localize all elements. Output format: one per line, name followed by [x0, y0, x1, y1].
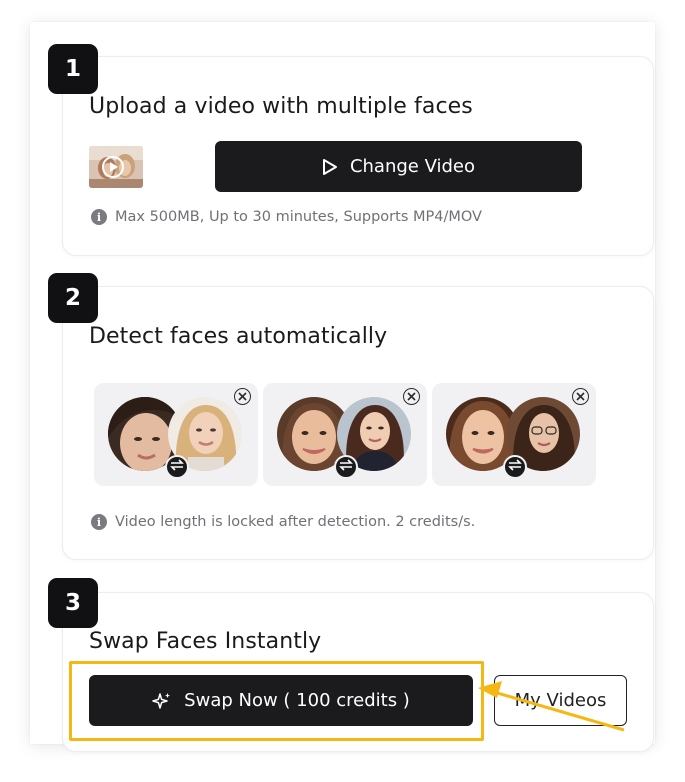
step-1-title: Upload a video with multiple faces — [89, 94, 473, 119]
video-thumbnail-image — [89, 146, 143, 188]
swap-arrows-icon — [170, 458, 184, 476]
swap-pair-1-button[interactable] — [165, 455, 189, 479]
swap-pair-2-button[interactable] — [334, 455, 358, 479]
swap-now-label: Swap Now ( 100 credits ) — [184, 690, 410, 711]
close-icon — [576, 388, 585, 406]
change-video-label: Change Video — [349, 156, 476, 177]
detection-hint: i Video length is locked after detection… — [91, 514, 475, 530]
close-icon — [407, 388, 416, 406]
sparkle-icon — [152, 691, 172, 711]
play-icon — [322, 158, 338, 176]
swap-arrows-icon — [508, 458, 522, 476]
step-1-badge: 1 — [48, 44, 98, 94]
step-3-card — [62, 592, 654, 752]
upload-requirements-hint: i Max 500MB, Up to 30 minutes, Supports … — [91, 209, 482, 225]
change-video-button[interactable]: Change Video — [215, 141, 582, 192]
my-videos-button[interactable]: My Videos — [494, 675, 627, 726]
step-3-badge: 3 — [48, 578, 98, 628]
remove-pair-3-button[interactable] — [572, 388, 589, 405]
face-pair-3[interactable] — [432, 383, 596, 486]
remove-pair-1-button[interactable] — [234, 388, 251, 405]
info-icon: i — [91, 209, 107, 225]
info-icon: i — [91, 514, 107, 530]
face-pair-1[interactable] — [94, 383, 258, 486]
detection-hint-text: Video length is locked after detection. … — [115, 514, 476, 530]
step-2-badge: 2 — [48, 273, 98, 323]
close-icon — [238, 388, 247, 406]
step-2-title: Detect faces automatically — [89, 324, 388, 349]
swap-arrows-icon — [339, 458, 353, 476]
remove-pair-2-button[interactable] — [403, 388, 420, 405]
face-pair-2[interactable] — [263, 383, 427, 486]
video-thumbnail[interactable] — [89, 146, 143, 188]
swap-pair-3-button[interactable] — [503, 455, 527, 479]
swap-now-button[interactable]: Swap Now ( 100 credits ) — [89, 675, 473, 726]
step-3-title: Swap Faces Instantly — [89, 629, 322, 654]
upload-requirements-text: Max 500MB, Up to 30 minutes, Supports MP… — [115, 209, 482, 225]
